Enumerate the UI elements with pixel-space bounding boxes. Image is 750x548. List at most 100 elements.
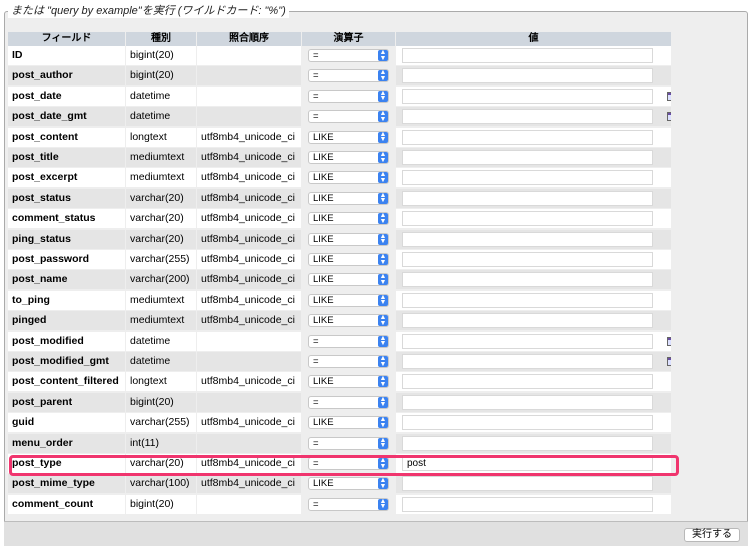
field-collation bbox=[197, 392, 301, 412]
calendar-icon[interactable] bbox=[667, 357, 671, 366]
execute-button[interactable]: 実行する bbox=[684, 528, 740, 542]
value-cell bbox=[396, 372, 671, 392]
field-collation: utf8mb4_unicode_ci bbox=[197, 372, 301, 392]
value-input[interactable] bbox=[402, 68, 653, 84]
field-type: bigint(20) bbox=[126, 392, 196, 412]
select-arrows-icon: ▲ ▼ bbox=[378, 69, 388, 82]
field-name: guid bbox=[8, 413, 125, 433]
operator-value: = bbox=[313, 70, 319, 82]
field-name: menu_order bbox=[8, 433, 125, 453]
field-collation bbox=[197, 433, 301, 453]
value-input[interactable] bbox=[402, 354, 653, 369]
value-input[interactable] bbox=[402, 211, 653, 227]
value-input[interactable] bbox=[402, 48, 653, 63]
value-input[interactable] bbox=[402, 272, 653, 288]
field-type: varchar(20) bbox=[126, 454, 196, 473]
operator-cell: LIKE ▲ ▼ bbox=[302, 189, 395, 208]
operator-select[interactable]: = ▲ ▼ bbox=[308, 110, 389, 124]
value-input[interactable] bbox=[402, 252, 653, 267]
value-input[interactable] bbox=[402, 333, 653, 349]
value-cell bbox=[396, 413, 671, 433]
select-arrows-icon: ▲ ▼ bbox=[378, 273, 388, 286]
field-name: post_parent bbox=[8, 392, 125, 412]
field-collation bbox=[197, 331, 301, 351]
operator-value: = bbox=[313, 50, 319, 61]
operator-select[interactable]: LIKE ▲ ▼ bbox=[308, 232, 389, 246]
value-input[interactable] bbox=[402, 109, 653, 125]
form-footer: 実行する bbox=[4, 521, 748, 546]
operator-select[interactable]: LIKE ▲ ▼ bbox=[308, 375, 389, 389]
operator-select[interactable]: LIKE ▲ ▼ bbox=[308, 477, 389, 491]
value-input[interactable] bbox=[402, 394, 653, 410]
header-value: 値 bbox=[396, 32, 671, 46]
operator-select[interactable]: = ▲ ▼ bbox=[308, 334, 389, 348]
operator-select[interactable]: = ▲ ▼ bbox=[308, 457, 389, 470]
value-input[interactable] bbox=[402, 292, 653, 308]
value-input[interactable] bbox=[402, 170, 653, 186]
operator-select[interactable]: LIKE ▲ ▼ bbox=[308, 191, 389, 205]
value-input[interactable] bbox=[402, 415, 653, 431]
value-input[interactable] bbox=[402, 88, 653, 104]
operator-cell: LIKE ▲ ▼ bbox=[302, 372, 395, 391]
select-arrows-icon: ▲ ▼ bbox=[378, 375, 388, 388]
operator-select[interactable]: = ▲ ▼ bbox=[308, 89, 389, 103]
operator-cell: = ▲ ▼ bbox=[302, 46, 395, 65]
field-collation bbox=[197, 107, 301, 127]
operator-cell: LIKE ▲ ▼ bbox=[302, 474, 395, 493]
operator-select[interactable]: = ▲ ▼ bbox=[308, 49, 389, 62]
field-name: post_title bbox=[8, 148, 125, 167]
operator-select[interactable]: LIKE ▲ ▼ bbox=[308, 130, 389, 144]
field-name: post_password bbox=[8, 250, 125, 269]
value-input[interactable] bbox=[402, 476, 653, 492]
field-type: mediumtext bbox=[126, 168, 196, 188]
value-cell bbox=[396, 209, 671, 229]
operator-select[interactable]: LIKE ▲ ▼ bbox=[308, 151, 389, 164]
field-name: pinged bbox=[8, 311, 125, 331]
field-type: varchar(20) bbox=[126, 188, 196, 208]
operator-select[interactable]: LIKE ▲ ▼ bbox=[308, 314, 389, 328]
operator-select[interactable]: LIKE ▲ ▼ bbox=[308, 273, 389, 287]
value-input[interactable] bbox=[402, 129, 653, 145]
value-input[interactable] bbox=[402, 190, 653, 206]
field-type: datetime bbox=[126, 352, 196, 371]
operator-select[interactable]: = ▲ ▼ bbox=[308, 69, 389, 83]
operator-value: = bbox=[313, 458, 319, 469]
operator-select[interactable]: = ▲ ▼ bbox=[308, 395, 389, 409]
operator-select[interactable]: LIKE ▲ ▼ bbox=[308, 212, 389, 226]
operator-select[interactable]: LIKE ▲ ▼ bbox=[308, 293, 389, 307]
calendar-icon[interactable] bbox=[667, 336, 671, 346]
field-collation bbox=[197, 46, 301, 65]
calendar-icon[interactable] bbox=[667, 91, 671, 101]
operator-select[interactable]: LIKE ▲ ▼ bbox=[308, 416, 389, 430]
value-input[interactable] bbox=[402, 231, 653, 247]
operator-select[interactable]: LIKE ▲ ▼ bbox=[308, 171, 389, 185]
value-input[interactable]: post bbox=[402, 456, 653, 471]
operator-select[interactable]: = ▲ ▼ bbox=[308, 497, 389, 511]
value-input[interactable] bbox=[402, 150, 653, 165]
value-input[interactable] bbox=[402, 313, 653, 329]
operator-select[interactable]: = ▲ ▼ bbox=[308, 355, 389, 368]
field-collation: utf8mb4_unicode_ci bbox=[197, 127, 301, 147]
value-input[interactable] bbox=[402, 374, 653, 390]
field-name: post_excerpt bbox=[8, 168, 125, 188]
operator-select[interactable]: = ▲ ▼ bbox=[308, 436, 389, 450]
operator-value: LIKE bbox=[313, 417, 334, 429]
value-cell bbox=[396, 433, 671, 453]
value-cell bbox=[396, 86, 671, 106]
operator-value: LIKE bbox=[313, 192, 334, 204]
select-arrows-icon: ▲ ▼ bbox=[378, 110, 388, 123]
field-collation: utf8mb4_unicode_ci bbox=[197, 188, 301, 208]
calendar-icon[interactable] bbox=[667, 112, 671, 122]
value-cell bbox=[396, 148, 671, 167]
field-collation: utf8mb4_unicode_ci bbox=[197, 413, 301, 433]
value-input[interactable] bbox=[402, 435, 653, 451]
operator-cell: LIKE ▲ ▼ bbox=[302, 148, 395, 167]
value-input[interactable] bbox=[402, 496, 653, 512]
field-name: ping_status bbox=[8, 229, 125, 249]
select-arrows-icon: ▲ ▼ bbox=[378, 355, 388, 368]
operator-value: LIKE bbox=[313, 131, 334, 143]
operator-value: = bbox=[313, 396, 319, 408]
select-arrows-icon: ▲ ▼ bbox=[378, 416, 388, 429]
operator-select[interactable]: LIKE ▲ ▼ bbox=[308, 253, 389, 266]
value-cell bbox=[396, 229, 671, 249]
